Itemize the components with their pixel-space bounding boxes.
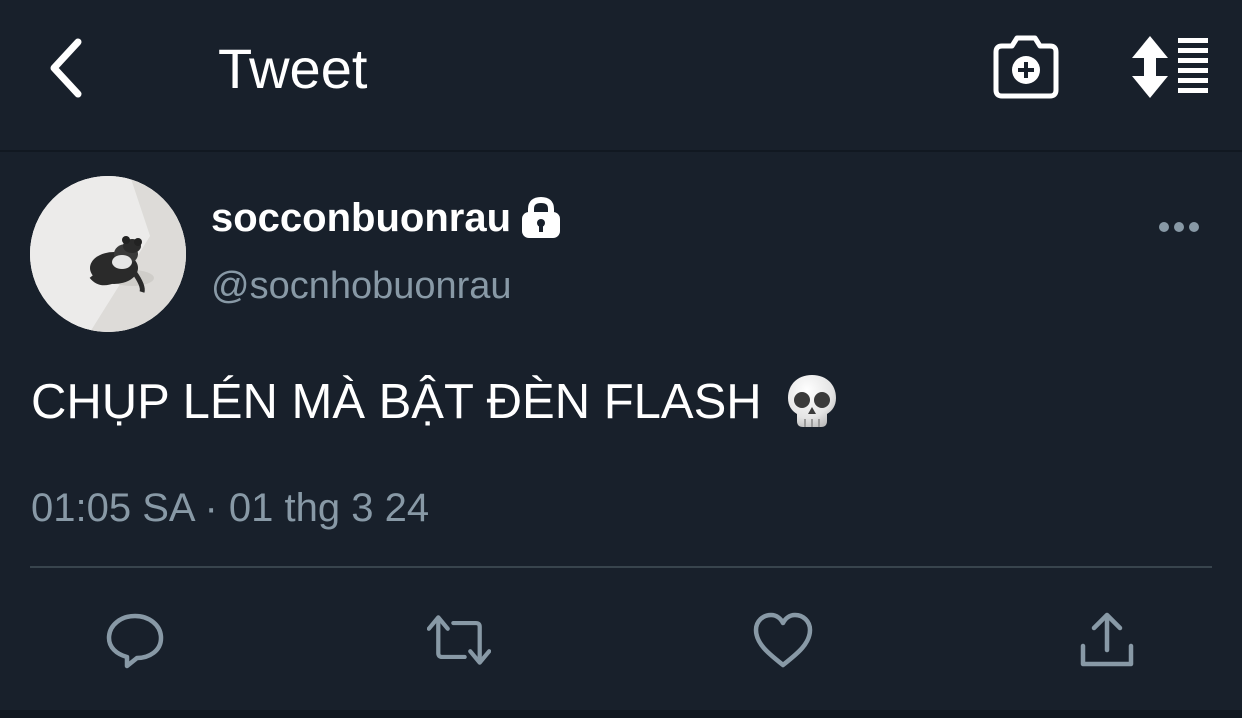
author-name-row[interactable]: socconbuonrau [211, 192, 563, 244]
heart-icon [753, 612, 813, 668]
tweet-text-row: CHỤP LÉN MÀ BẬT ĐÈN FLASH [31, 372, 839, 433]
avatar[interactable] [30, 176, 186, 332]
share-icon [1080, 612, 1134, 667]
sort-lines-icon [1132, 36, 1208, 98]
reply-button[interactable] [103, 608, 167, 672]
retweet-icon [427, 615, 491, 665]
more-options-button[interactable] [1150, 206, 1206, 248]
camera-button[interactable] [990, 32, 1062, 104]
lock-icon [522, 196, 561, 238]
divider [30, 566, 1212, 568]
avatar-image [30, 176, 186, 332]
share-button[interactable] [1075, 608, 1139, 672]
tweet-timestamp: 01:05 SA · 01 thg 3 24 [31, 486, 430, 530]
back-button[interactable] [36, 30, 96, 106]
author-handle[interactable]: @socnhobuonrau [211, 262, 512, 310]
bottom-separator [0, 710, 1242, 718]
tweet-text: CHỤP LÉN MÀ BẬT ĐÈN FLASH [31, 375, 762, 429]
tweet-detail-screen: Tweet socconbuonrau @socnhobuonrau CHỤP … [0, 0, 1242, 718]
chevron-left-icon [50, 38, 82, 98]
skull-icon [788, 375, 837, 428]
more-dots-icon [1159, 222, 1199, 232]
reply-icon [106, 613, 164, 669]
camera-plus-icon [993, 35, 1059, 99]
retweet-button[interactable] [427, 608, 491, 672]
navigation-bar: Tweet [0, 0, 1242, 152]
sort-button[interactable] [1128, 34, 1212, 100]
display-name[interactable]: socconbuonrau [211, 192, 511, 244]
page-title: Tweet [218, 37, 368, 100]
like-button[interactable] [751, 608, 815, 672]
